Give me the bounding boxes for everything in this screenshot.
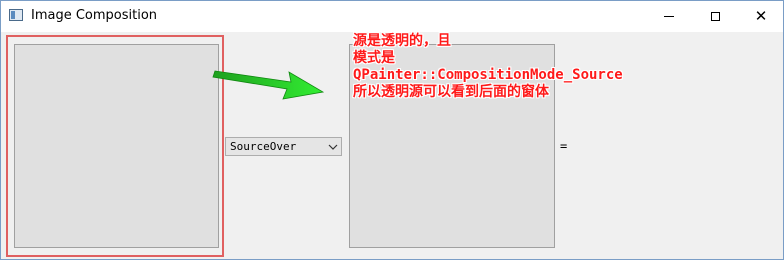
source-highlight-box	[6, 35, 224, 257]
annotation-line: 模式是	[353, 50, 395, 66]
composition-mode-combobox[interactable]: SourceOver	[225, 137, 342, 156]
close-icon: ✕	[754, 7, 768, 25]
maximize-button[interactable]	[692, 1, 738, 32]
app-icon	[9, 9, 23, 21]
close-button[interactable]: ✕	[738, 1, 783, 32]
minimize-button[interactable]	[646, 1, 692, 32]
annotation-line: 源是透明的，且	[353, 33, 451, 49]
maximize-icon	[710, 12, 720, 21]
chevron-down-icon[interactable]	[325, 144, 341, 150]
annotation-text: 源是透明的，且 模式是 QPainter::CompositionMode_So…	[353, 33, 623, 101]
annotation-line: QPainter::CompositionMode_Source	[353, 67, 623, 83]
minimize-icon	[664, 16, 674, 17]
combobox-selected-value: SourceOver	[230, 140, 297, 153]
annotation-arrow-icon	[212, 70, 325, 100]
app-window: Image Composition ✕ SourceOver = 源是透明的，且…	[0, 0, 784, 260]
annotation-line: 所以透明源可以看到后面的窗体	[353, 84, 549, 100]
equals-label: =	[560, 139, 568, 153]
title-bar[interactable]: Image Composition ✕	[1, 1, 783, 32]
window-title: Image Composition	[31, 8, 158, 23]
